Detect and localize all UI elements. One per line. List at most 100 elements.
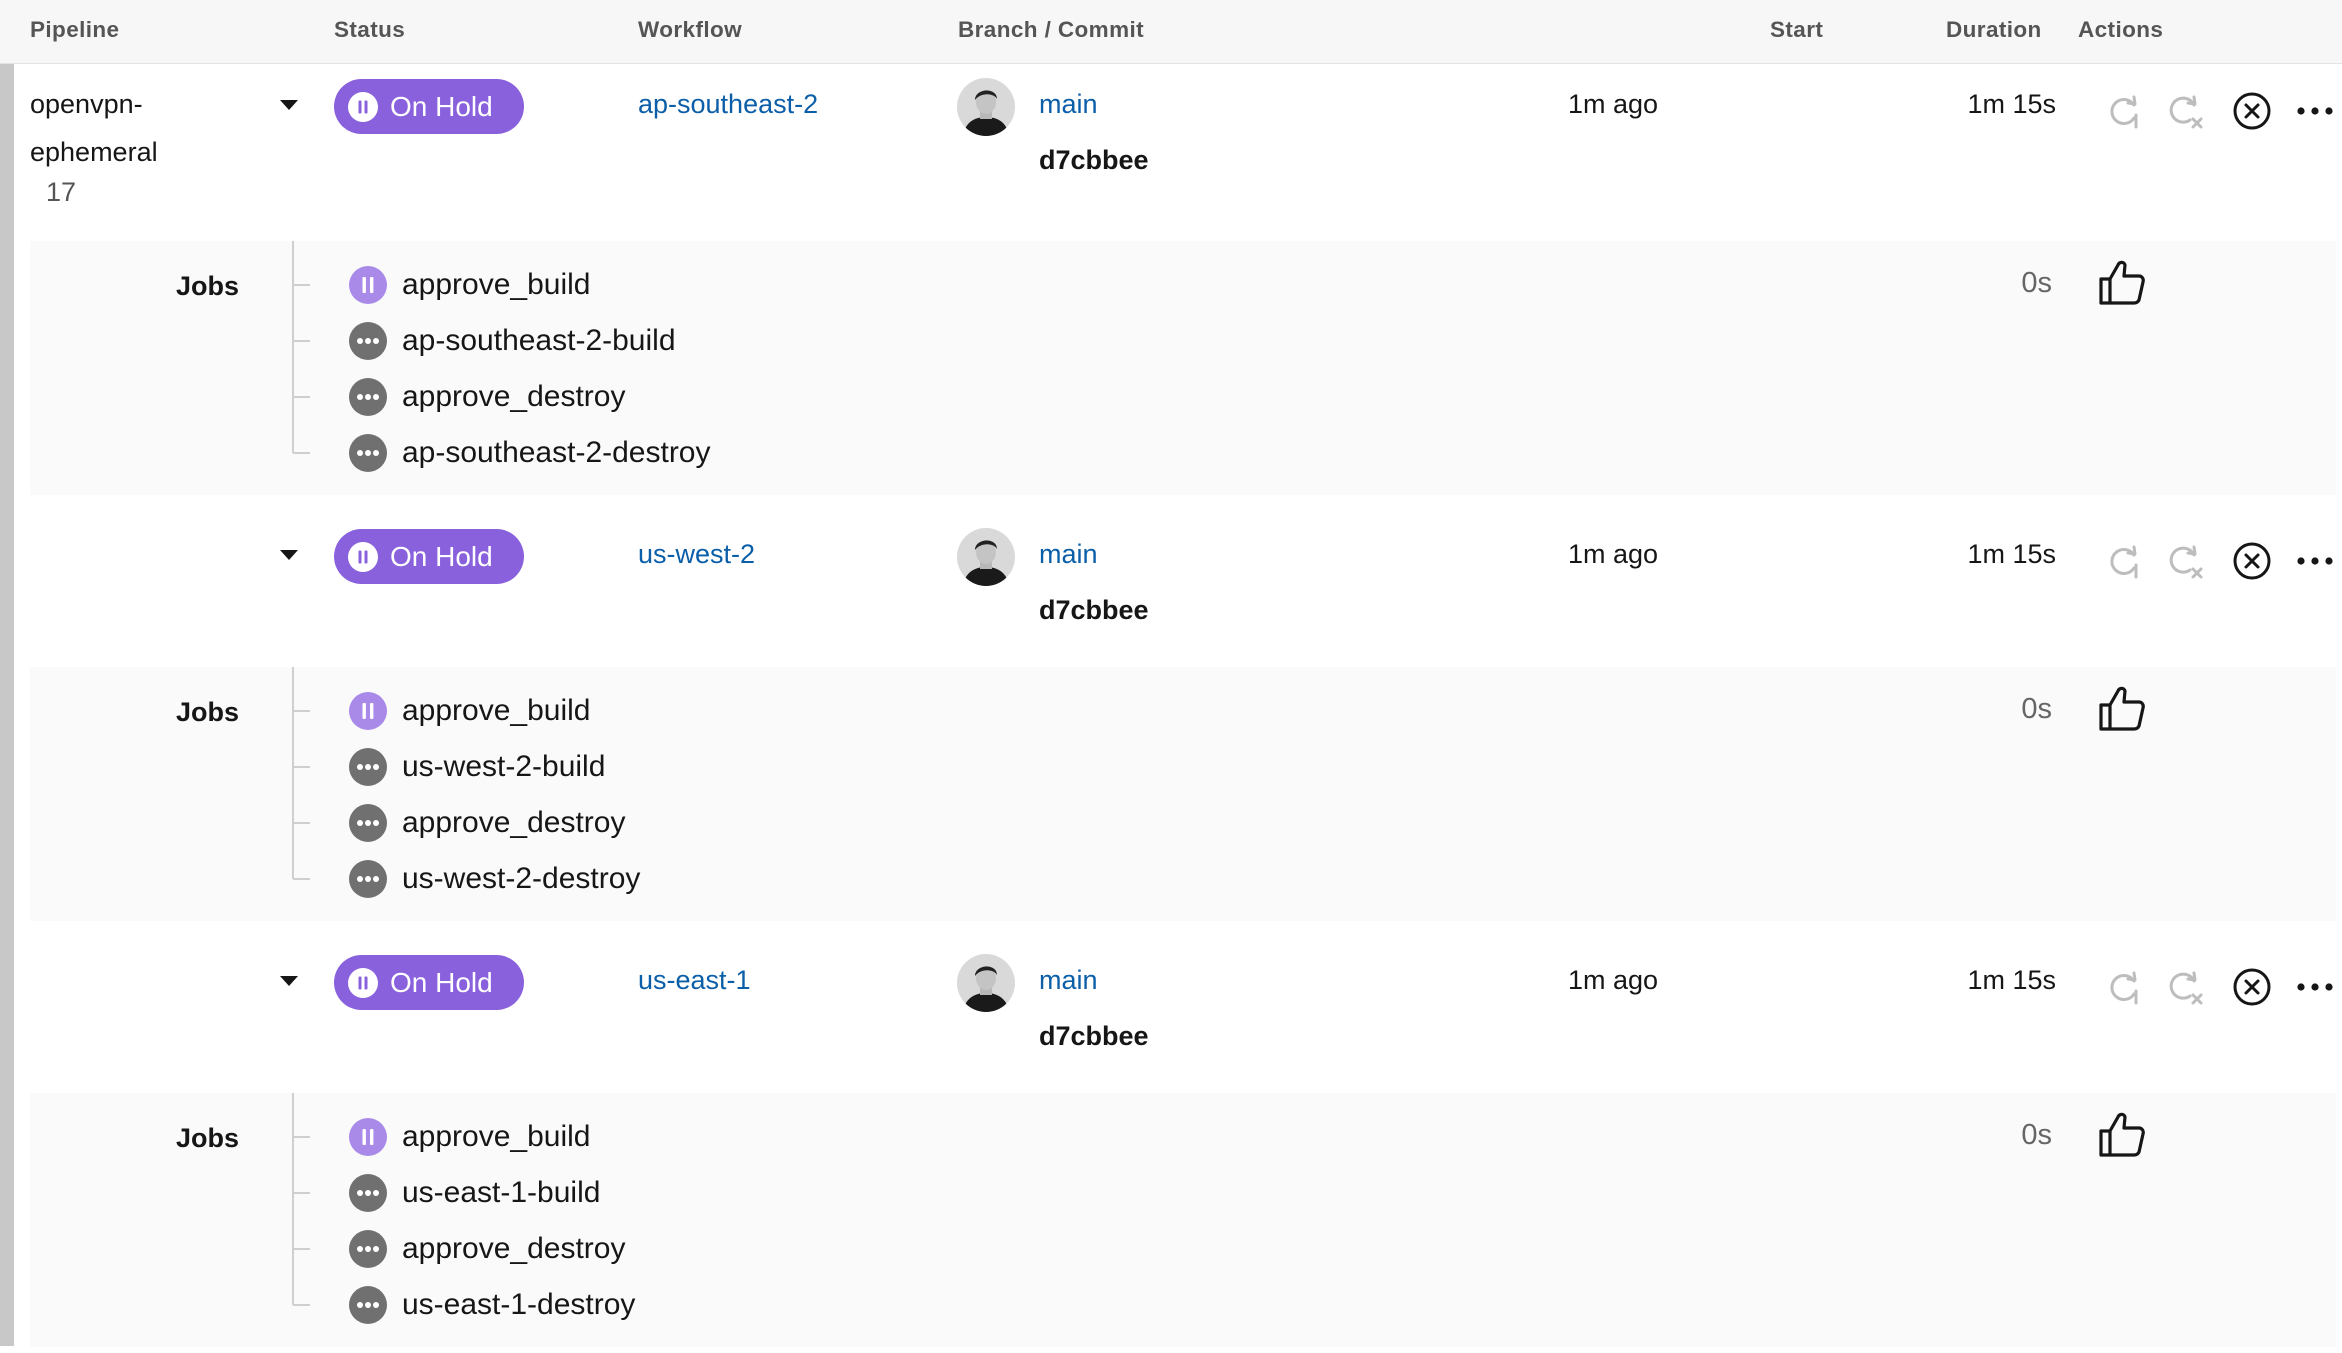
pause-icon xyxy=(348,541,378,572)
pause-icon xyxy=(349,1118,387,1156)
workflow-row: On Hold us-west-2 main d7cbbee 1m ago 1m… xyxy=(14,513,2342,691)
queued-icon xyxy=(349,748,387,786)
status-badge-on-hold: On Hold xyxy=(334,529,524,584)
rerun-icon[interactable] xyxy=(2104,967,2144,1007)
job-name: us-west-2-build xyxy=(402,750,606,783)
status-badge-on-hold: On Hold xyxy=(334,955,524,1010)
workflow-link[interactable]: us-west-2 xyxy=(638,539,755,570)
branch-link[interactable]: main xyxy=(1039,89,1098,120)
jobs-panel: Jobs approve_build ap-southeast-2-build ap… xyxy=(30,241,2336,495)
cancel-icon[interactable] xyxy=(2232,91,2272,131)
header-status: Status xyxy=(334,17,406,42)
user-avatar[interactable] xyxy=(957,78,1015,136)
commit-hash[interactable]: d7cbbee xyxy=(1039,595,1149,626)
collapse-caret-icon[interactable] xyxy=(280,100,298,110)
workflow-link[interactable]: us-east-1 xyxy=(638,965,751,996)
workflow-duration: 1m 15s xyxy=(1967,965,2056,995)
pipeline-status-bar xyxy=(0,64,14,1346)
header-duration: Duration xyxy=(1946,17,2042,42)
jobs-panel: Jobs approve_build us-west-2-build approve… xyxy=(30,667,2336,921)
rerun-failed-icon[interactable] xyxy=(2164,967,2204,1007)
pause-icon xyxy=(348,91,378,122)
start-time: 1m ago xyxy=(1567,89,1658,119)
job-item[interactable]: approve_destroy xyxy=(348,801,625,845)
queued-icon xyxy=(349,804,387,842)
collapse-caret-icon[interactable] xyxy=(280,550,298,560)
rerun-failed-icon[interactable] xyxy=(2164,91,2204,131)
rerun-failed-icon[interactable] xyxy=(2164,541,2204,581)
job-item[interactable]: approve_build xyxy=(348,1115,590,1159)
start-time: 1m ago xyxy=(1567,965,1658,995)
job-item[interactable]: approve_destroy xyxy=(348,1227,625,1271)
job-name: approve_destroy xyxy=(402,1232,626,1265)
job-tree-lines xyxy=(292,667,310,880)
jobs-label: Jobs xyxy=(176,271,240,301)
rerun-icon[interactable] xyxy=(2104,91,2144,131)
queued-icon xyxy=(349,434,387,472)
job-name: approve_build xyxy=(402,694,591,727)
job-duration: 0s xyxy=(2021,267,2052,299)
thumbs-up-icon[interactable] xyxy=(2096,257,2148,309)
status-label: On Hold xyxy=(390,540,493,572)
rerun-icon[interactable] xyxy=(2104,541,2144,581)
queued-icon xyxy=(349,1230,387,1268)
user-avatar[interactable] xyxy=(957,528,1015,586)
queued-icon xyxy=(349,322,387,360)
queued-icon xyxy=(349,378,387,416)
job-item[interactable]: us-west-2-destroy xyxy=(348,857,640,901)
job-tree-lines xyxy=(292,241,310,454)
job-item[interactable]: approve_build xyxy=(348,689,590,733)
pause-icon xyxy=(348,967,378,998)
header-start: Start xyxy=(1770,17,1824,42)
status-label: On Hold xyxy=(390,90,493,122)
cancel-icon[interactable] xyxy=(2232,967,2272,1007)
jobs-label: Jobs xyxy=(176,1123,240,1153)
job-name: approve_destroy xyxy=(402,380,626,413)
job-name: us-east-1-destroy xyxy=(402,1288,636,1321)
branch-link[interactable]: main xyxy=(1039,965,1098,996)
job-item[interactable]: ap-southeast-2-destroy xyxy=(348,431,711,475)
job-name: approve_build xyxy=(402,1120,591,1153)
thumbs-up-icon[interactable] xyxy=(2096,683,2148,735)
job-name: approve_destroy xyxy=(402,806,626,839)
commit-hash[interactable]: d7cbbee xyxy=(1039,145,1149,176)
jobs-panel: Jobs approve_build us-east-1-build approve… xyxy=(30,1093,2336,1347)
job-duration: 0s xyxy=(2021,693,2052,725)
job-item[interactable]: us-east-1-destroy xyxy=(348,1283,635,1327)
job-duration: 0s xyxy=(2021,1119,2052,1151)
header-workflow: Workflow xyxy=(638,17,743,42)
job-item[interactable]: ap-southeast-2-build xyxy=(348,319,676,363)
job-name: us-east-1-build xyxy=(402,1176,601,1209)
status-label: On Hold xyxy=(390,966,493,998)
workflow-duration: 1m 15s xyxy=(1967,539,2056,569)
more-actions-icon[interactable] xyxy=(2295,541,2335,581)
commit-hash[interactable]: d7cbbee xyxy=(1039,1021,1149,1052)
branch-link[interactable]: main xyxy=(1039,539,1098,570)
header-branch-commit: Branch / Commit xyxy=(958,17,1145,42)
queued-icon xyxy=(349,1286,387,1324)
collapse-caret-icon[interactable] xyxy=(280,976,298,986)
job-name: ap-southeast-2-build xyxy=(402,324,676,357)
workflow-row: On Hold us-east-1 main d7cbbee 1m ago 1m… xyxy=(14,939,2342,1117)
job-item[interactable]: us-west-2-build xyxy=(348,745,605,789)
cancel-icon[interactable] xyxy=(2232,541,2272,581)
queued-icon xyxy=(349,860,387,898)
job-name: us-west-2-destroy xyxy=(402,862,641,895)
job-item[interactable]: us-east-1-build xyxy=(348,1171,600,1215)
user-avatar[interactable] xyxy=(957,954,1015,1012)
pause-icon xyxy=(349,266,387,304)
job-name: approve_build xyxy=(402,268,591,301)
workflow-row: On Hold ap-southeast-2 main d7cbbee 1m a… xyxy=(14,63,2342,241)
thumbs-up-icon[interactable] xyxy=(2096,1109,2148,1161)
more-actions-icon[interactable] xyxy=(2295,91,2335,131)
table-header: Pipeline Status Workflow Branch / Commit… xyxy=(0,0,2342,64)
job-item[interactable]: approve_destroy xyxy=(348,375,625,419)
workflow-duration: 1m 15s xyxy=(1967,89,2056,119)
job-name: ap-southeast-2-destroy xyxy=(402,436,711,469)
header-actions: Actions xyxy=(2078,17,2164,42)
workflow-link[interactable]: ap-southeast-2 xyxy=(638,89,818,120)
job-item[interactable]: approve_build xyxy=(348,263,590,307)
more-actions-icon[interactable] xyxy=(2295,967,2335,1007)
queued-icon xyxy=(349,1174,387,1212)
start-time: 1m ago xyxy=(1567,539,1658,569)
